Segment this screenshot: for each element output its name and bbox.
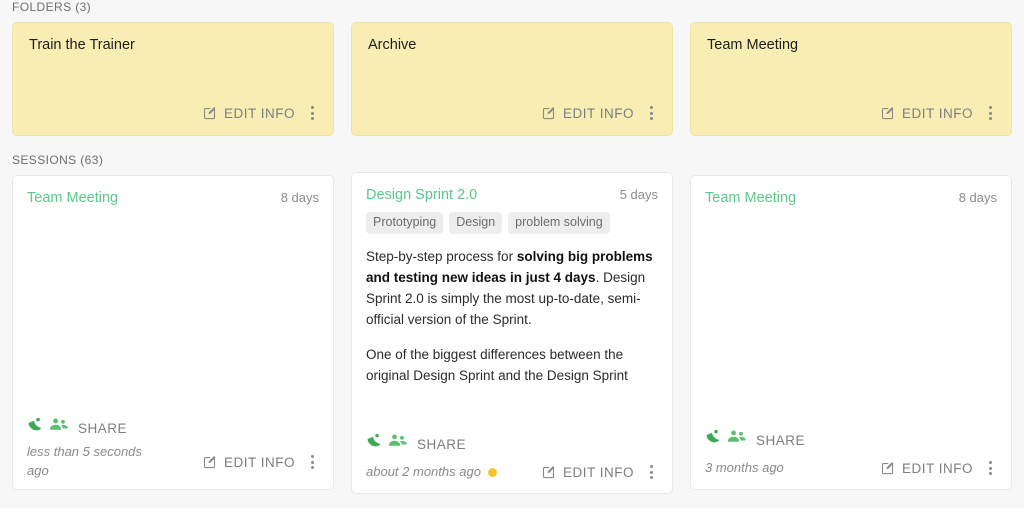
group-share-icon [388,433,408,455]
pencil-square-icon [541,106,556,121]
pencil-square-icon [880,461,895,476]
folder-card[interactable]: Train the Trainer EDIT INFO [12,22,334,136]
share-label: SHARE [78,421,127,436]
session-age: 8 days [281,190,319,205]
session-menu-button[interactable] [640,459,662,485]
pencil-square-icon [202,455,217,470]
edit-info-button[interactable]: EDIT INFO [876,457,977,480]
session-meta-row: about 2 months ago EDIT INFO [366,459,662,485]
session-footer: SHARE less than 5 seconds ago EDIT INFO [13,417,333,489]
sessions-grid: Team Meeting 8 days SHARE less than 5 secon… [0,175,1024,494]
folders-and-sessions-page: FOLDERS (3) Train the TrainerEDIT INFOAr… [0,0,1024,508]
edit-info-label: EDIT INFO [563,465,634,480]
folder-menu-button[interactable] [301,100,323,126]
person-share-icon [27,417,47,439]
session-paragraph: Step-by-step process for solving big pro… [366,247,658,331]
folder-title: Train the Trainer [29,37,319,54]
timestamp-group: about 2 months ago [366,463,497,482]
timestamp-group: less than 5 seconds ago [27,443,152,481]
edit-info-button[interactable]: EDIT INFO [198,451,299,474]
edit-info-button[interactable]: EDIT INFO [876,102,977,125]
session-menu-button[interactable] [979,455,1001,481]
edit-info-label: EDIT INFO [563,106,634,121]
session-actions: EDIT INFO [198,449,323,475]
share-label: SHARE [417,437,466,452]
folder-card[interactable]: Archive EDIT INFO [351,22,673,136]
folders-grid: Train the Trainer EDIT INFO Archive EDIT IN… [0,22,1024,136]
session-header: Team Meeting 8 days [691,176,1011,207]
session-age: 8 days [959,190,997,205]
session-paragraph: One of the biggest differences between t… [366,345,658,387]
session-tag[interactable]: problem solving [508,212,610,234]
session-footer: SHARE 3 months ago EDIT INFO [691,429,1011,489]
edit-info-label: EDIT INFO [224,106,295,121]
folder-actions: EDIT INFO [876,100,1001,126]
person-share-icon [366,433,386,455]
pencil-square-icon [202,106,217,121]
share-icons [27,417,69,439]
person-share-icon [705,429,725,451]
session-empty-body [13,207,333,417]
share-button[interactable]: SHARE [705,429,1001,455]
session-tags: Prototyping Design problem solving [352,204,672,234]
share-icons [366,433,408,455]
session-timestamp: less than 5 seconds ago [27,443,152,481]
session-actions: EDIT INFO [876,455,1001,481]
edit-info-label: EDIT INFO [902,461,973,476]
folder-card[interactable]: Team Meeting EDIT INFO [690,22,1012,136]
session-empty-body [691,207,1011,429]
session-actions: EDIT INFO [537,459,662,485]
share-button[interactable]: SHARE [27,417,323,443]
group-share-icon [49,417,69,439]
session-title: Team Meeting [705,190,796,207]
session-header: Design Sprint 2.0 5 days [352,173,672,204]
folder-title: Archive [368,37,658,54]
session-title: Team Meeting [27,190,118,207]
folders-section-label: FOLDERS (3) [12,0,91,14]
folder-actions: EDIT INFO [537,100,662,126]
group-share-icon [727,429,747,451]
timestamp-group: 3 months ago [705,459,784,478]
status-dot [488,468,497,477]
session-card[interactable]: Design Sprint 2.0 5 days Prototyping Design… [351,172,673,494]
share-button[interactable]: SHARE [366,433,662,459]
session-tag[interactable]: Prototyping [366,212,443,234]
session-footer: SHARE about 2 months ago EDIT INFO [352,433,672,493]
session-text-run: One of the biggest differences between t… [366,347,628,383]
session-tag[interactable]: Design [449,212,502,234]
edit-info-button[interactable]: EDIT INFO [198,102,299,125]
session-card[interactable]: Team Meeting 8 days SHARE 3 months ago EDIT … [690,175,1012,490]
edit-info-label: EDIT INFO [224,455,295,470]
folder-menu-button[interactable] [979,100,1001,126]
folder-actions: EDIT INFO [198,100,323,126]
session-timestamp: about 2 months ago [366,463,481,482]
session-meta-row: 3 months ago EDIT INFO [705,455,1001,481]
session-timestamp: 3 months ago [705,459,784,478]
pencil-square-icon [541,465,556,480]
session-card[interactable]: Team Meeting 8 days SHARE less than 5 secon… [12,175,334,490]
pencil-square-icon [880,106,895,121]
session-header: Team Meeting 8 days [13,176,333,207]
session-description: Step-by-step process for solving big pro… [352,234,672,433]
session-menu-button[interactable] [301,449,323,475]
session-text-run: Step-by-step process for [366,249,517,264]
session-age: 5 days [620,187,658,202]
edit-info-label: EDIT INFO [902,106,973,121]
share-icons [705,429,747,451]
session-meta-row: less than 5 seconds ago EDIT INFO [27,443,323,481]
edit-info-button[interactable]: EDIT INFO [537,461,638,484]
sessions-section-label: SESSIONS (63) [12,153,103,167]
edit-info-button[interactable]: EDIT INFO [537,102,638,125]
folder-menu-button[interactable] [640,100,662,126]
folder-title: Team Meeting [707,37,997,54]
session-title: Design Sprint 2.0 [366,187,477,204]
share-label: SHARE [756,433,805,448]
